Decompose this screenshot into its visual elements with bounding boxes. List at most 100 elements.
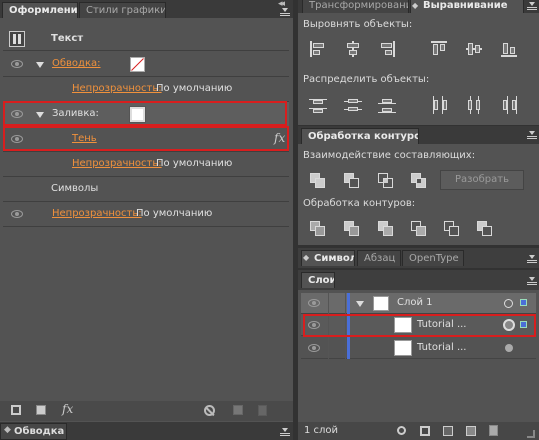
tab-stroke-collapsed[interactable]: ◆ Обводка — [0, 423, 67, 440]
opacity-row[interactable]: Непрозрачность: По умолчанию — [3, 202, 289, 227]
unite-icon[interactable] — [309, 172, 327, 190]
tab-stroke-label: Обводка — [14, 426, 65, 437]
distribute-bottom-icon[interactable] — [378, 96, 396, 114]
characters-label[interactable]: Символы — [51, 183, 98, 194]
fill-opacity-value: По умолчанию — [156, 158, 233, 169]
visibility-eye-icon[interactable] — [11, 210, 23, 218]
appearance-header-row: Текст — [3, 27, 289, 51]
opacity-value: По умолчанию — [136, 208, 213, 219]
layers-count: 1 слой — [304, 425, 339, 436]
divide-icon[interactable] — [309, 220, 327, 238]
distribute-horizontal-center-icon[interactable] — [465, 96, 483, 114]
exclude-icon[interactable] — [410, 172, 428, 190]
expand-button-label: Разобрать — [455, 174, 509, 185]
item-name[interactable]: Tutorial ... — [417, 342, 466, 353]
stroke-opacity-row[interactable]: Непрозрачность: По умолчанию — [3, 77, 289, 102]
tab-opentype[interactable]: OpenType — [402, 250, 464, 266]
add-new-stroke-icon[interactable] — [11, 405, 21, 415]
duplicate-item-icon[interactable] — [233, 405, 243, 415]
pathfinder-menu-icon[interactable] — [523, 130, 537, 140]
intersect-icon[interactable] — [377, 172, 395, 190]
fill-opacity-label[interactable]: Непрозрачность: — [72, 158, 162, 169]
expand-button[interactable]: Разобрать — [440, 170, 524, 190]
stroke-opacity-label[interactable]: Непрозрачность: — [72, 83, 162, 94]
align-right-icon[interactable] — [378, 40, 396, 58]
characters-row[interactable]: Символы — [3, 177, 289, 202]
layer-item-row[interactable]: Tutorial ... — [301, 337, 536, 359]
layer-color-strip — [347, 337, 350, 359]
delete-item-icon[interactable] — [258, 405, 267, 416]
layer-row[interactable]: Слой 1 — [301, 293, 536, 314]
align-top-icon[interactable] — [430, 40, 448, 58]
item-target-circle-icon[interactable] — [505, 344, 513, 352]
text-thumbnail-icon — [9, 31, 25, 47]
tab-character-label: Символ — [314, 253, 355, 264]
trim-icon[interactable] — [343, 220, 361, 238]
layer-name[interactable]: Слой 1 — [397, 297, 433, 308]
tab-pathfinder[interactable]: Обработка контуров — [301, 128, 419, 144]
layer-selection-square-icon[interactable] — [520, 299, 527, 306]
align-panel-menu-icon[interactable] — [523, 1, 537, 11]
layer-highlight-box — [303, 314, 536, 337]
tab-paragraph[interactable]: Абзац — [357, 250, 401, 266]
visibility-eye-icon[interactable] — [11, 60, 23, 68]
distribute-objects-title: Распределить объекты: — [303, 74, 430, 85]
align-left-icon[interactable] — [309, 40, 327, 58]
create-sublayer-icon[interactable] — [443, 426, 453, 436]
create-new-layer-icon[interactable] — [466, 426, 476, 436]
fill-opacity-row[interactable]: Непрозрачность: По умолчанию — [3, 152, 289, 177]
expand-triangle-icon[interactable] — [36, 62, 44, 68]
lock-column[interactable] — [328, 293, 346, 314]
tab-appearance[interactable]: Оформление — [2, 2, 78, 18]
resize-grip-icon[interactable] — [527, 430, 535, 438]
item-visibility-eye-icon[interactable] — [308, 344, 320, 352]
add-effect-fx-icon[interactable]: fx — [62, 402, 73, 416]
distribute-top-icon[interactable] — [309, 96, 327, 114]
distribute-vertical-center-icon[interactable] — [344, 96, 362, 114]
layer-target-circle-icon[interactable] — [504, 299, 513, 308]
tab-graphic-styles[interactable]: Стили графики — [79, 2, 166, 18]
locate-object-icon[interactable] — [397, 426, 406, 435]
stroke-none-swatch[interactable] — [130, 57, 145, 72]
minus-back-icon[interactable] — [476, 220, 494, 238]
align-tab-arrow-icon: ◆ — [412, 1, 419, 10]
panel-menu-icon[interactable] — [276, 7, 290, 17]
stroke-panel-menu-icon[interactable] — [276, 427, 290, 437]
crop-icon[interactable] — [410, 220, 428, 238]
layers-panel-menu-icon[interactable] — [523, 276, 537, 286]
shadow-highlight-box — [3, 126, 289, 151]
add-new-fill-icon[interactable] — [36, 405, 46, 415]
stroke-row[interactable]: Обводка: — [3, 52, 289, 77]
align-horizontal-center-icon[interactable] — [344, 40, 362, 58]
stroke-label[interactable]: Обводка: — [52, 58, 101, 69]
char-tab-arrow-icon: ◆ — [303, 253, 310, 262]
shape-modes-title: Взаимодействие составляющих: — [303, 150, 476, 161]
tab-layers[interactable]: Слои — [301, 272, 335, 288]
layer-visibility-eye-icon[interactable] — [308, 299, 320, 307]
layer-expand-triangle-icon[interactable] — [356, 301, 364, 307]
make-clipping-mask-icon[interactable] — [420, 426, 430, 436]
align-objects-title: Выровнять объекты: — [303, 19, 413, 30]
appearance-object-type: Текст — [51, 33, 84, 44]
item-thumbnail — [394, 340, 412, 356]
fill-highlight-box — [3, 101, 287, 126]
outline-icon[interactable] — [443, 220, 461, 238]
distribute-right-icon[interactable] — [500, 96, 518, 114]
stroke-opacity-value: По умолчанию — [156, 83, 233, 94]
align-bottom-icon[interactable] — [500, 40, 518, 58]
align-vertical-center-icon[interactable] — [465, 40, 483, 58]
tab-transform[interactable]: Трансформирование — [302, 0, 409, 13]
delete-layer-icon[interactable] — [489, 425, 498, 436]
clear-appearance-icon[interactable] — [204, 405, 215, 417]
pathfinders-title: Обработка контуров: — [303, 198, 416, 209]
lock-column[interactable] — [328, 337, 346, 359]
tab-align[interactable]: Выравнивание — [410, 0, 524, 13]
collapse-double-arrow-icon: ◆ — [4, 425, 11, 435]
align-tab-label: Выравнивание — [423, 0, 508, 11]
layer-color-strip — [347, 293, 350, 314]
opacity-label[interactable]: Непрозрачность: — [52, 208, 142, 219]
distribute-left-icon[interactable] — [430, 96, 448, 114]
minus-front-icon[interactable] — [343, 172, 361, 190]
char-panel-menu-icon[interactable] — [523, 254, 537, 264]
merge-icon[interactable] — [377, 220, 395, 238]
